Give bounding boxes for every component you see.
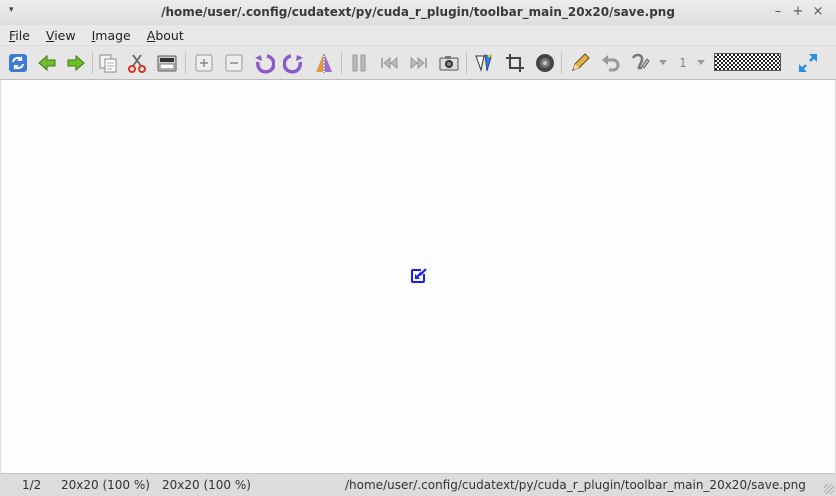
- menu-about[interactable]: About: [138, 28, 191, 43]
- disc-icon[interactable]: [533, 51, 557, 75]
- color-adjust-icon[interactable]: [472, 51, 496, 75]
- toolbar-separator: [92, 52, 93, 74]
- toolbar: 1: [0, 46, 836, 80]
- toolbar-separator: [466, 52, 467, 74]
- refresh-icon[interactable]: [6, 51, 30, 75]
- pause-icon[interactable]: [347, 51, 371, 75]
- back-arrow-icon[interactable]: [35, 51, 59, 75]
- forward-arrow-icon[interactable]: [64, 51, 88, 75]
- minimize-button[interactable]: –: [769, 3, 787, 21]
- page-dropdown-icon[interactable]: [697, 60, 705, 65]
- skip-back-icon[interactable]: [377, 51, 401, 75]
- zoom-in-icon[interactable]: [192, 51, 216, 75]
- title-bar: ▾ /home/user/.config/cudatext/py/cuda_r_…: [0, 0, 836, 25]
- zoom-out-icon[interactable]: [222, 51, 246, 75]
- flip-icon[interactable]: [312, 51, 336, 75]
- crop-icon[interactable]: [503, 51, 527, 75]
- fullscreen-icon[interactable]: [796, 51, 820, 75]
- scanner-icon[interactable]: [155, 51, 179, 75]
- undo-icon[interactable]: [598, 51, 622, 75]
- save-icon: [409, 266, 429, 286]
- rotate-right-icon[interactable]: [282, 51, 306, 75]
- rotate-left-icon[interactable]: [252, 51, 276, 75]
- toolbar-separator: [561, 52, 562, 74]
- skip-forward-icon[interactable]: [407, 51, 431, 75]
- page-number[interactable]: 1: [676, 56, 690, 70]
- status-page: 1/2: [22, 478, 42, 492]
- camera-icon[interactable]: [437, 51, 461, 75]
- resize-grip[interactable]: [824, 484, 834, 494]
- menu-view[interactable]: View: [37, 28, 83, 43]
- image-canvas[interactable]: [1, 80, 835, 473]
- copy-icon[interactable]: [96, 51, 120, 75]
- status-image-size: 20x20 (100 %): [61, 478, 150, 492]
- maximize-button[interactable]: +: [789, 3, 807, 21]
- toolbar-separator: [185, 52, 186, 74]
- pencil-icon[interactable]: [568, 51, 592, 75]
- toolbar-separator: [341, 52, 342, 74]
- hand-tool-dropdown-icon[interactable]: [659, 60, 667, 65]
- close-button[interactable]: ×: [809, 3, 827, 21]
- status-bar: 1/2 20x20 (100 %) 20x20 (100 %) /home/us…: [0, 473, 836, 496]
- hand-tool-icon[interactable]: [628, 51, 652, 75]
- menu-bar: File View Image About: [0, 25, 836, 45]
- menu-image[interactable]: Image: [83, 28, 138, 43]
- status-path: /home/user/.config/cudatext/py/cuda_r_pl…: [345, 478, 806, 492]
- color-swatch[interactable]: [714, 53, 781, 71]
- window-title: /home/user/.config/cudatext/py/cuda_r_pl…: [161, 5, 675, 19]
- menu-file[interactable]: File: [0, 28, 37, 43]
- cut-icon[interactable]: [125, 51, 149, 75]
- status-view-size: 20x20 (100 %): [162, 478, 251, 492]
